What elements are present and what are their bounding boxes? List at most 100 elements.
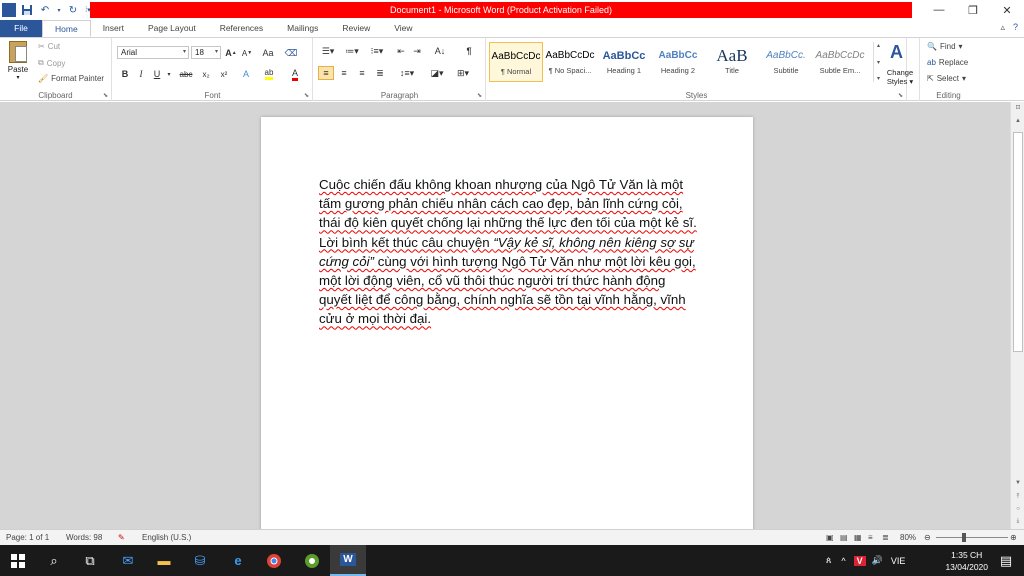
chrome-icon[interactable]: [256, 545, 292, 576]
find-button[interactable]: 🔍 Find ▾: [927, 42, 963, 51]
help-icon[interactable]: ?: [1013, 22, 1018, 33]
clear-formatting-button[interactable]: ⌫: [283, 46, 299, 60]
change-case-button[interactable]: Aa: [259, 46, 277, 60]
zoom-level[interactable]: 80%: [900, 533, 916, 542]
paragraph-launcher-icon[interactable]: ⬊: [477, 92, 482, 99]
tab-references[interactable]: References: [208, 20, 275, 37]
shading-button[interactable]: ◪▾: [426, 66, 448, 80]
word-taskbar-icon[interactable]: W: [330, 545, 366, 576]
zoom-in-icon[interactable]: ⊕: [1010, 533, 1017, 542]
draft-icon[interactable]: ≣: [882, 533, 889, 542]
paste-button[interactable]: Paste ▾: [4, 41, 32, 85]
subscript-button[interactable]: x₂: [199, 67, 213, 81]
minimize-ribbon-icon[interactable]: ▵: [1000, 22, 1005, 33]
font-name-combo[interactable]: Arial ▾: [117, 46, 189, 59]
language-indicator[interactable]: English (U.S.): [142, 533, 191, 542]
align-left-button[interactable]: ≡: [318, 66, 334, 80]
clock[interactable]: 1:35 CH 13/04/2020: [945, 549, 988, 573]
bold-button[interactable]: B: [119, 67, 131, 81]
tab-file[interactable]: File: [0, 20, 42, 37]
notifications-icon[interactable]: ▤: [988, 545, 1024, 576]
style-title[interactable]: AaB Title: [705, 42, 759, 82]
zoom-slider-track[interactable]: [936, 537, 1008, 538]
justify-button[interactable]: ≣: [372, 66, 388, 80]
superscript-button[interactable]: x²: [217, 67, 231, 81]
sort-button[interactable]: A↓: [432, 44, 448, 58]
font-size-combo[interactable]: 18 ▾: [191, 46, 221, 59]
input-language[interactable]: VIE: [891, 556, 906, 566]
outline-icon[interactable]: ≡: [868, 533, 873, 542]
underline-dropdown-icon[interactable]: ▾: [165, 67, 173, 81]
page-count[interactable]: Page: 1 of 1: [6, 533, 49, 542]
style-subtle-emphasis[interactable]: AaBbCcDc Subtle Em...: [813, 42, 867, 82]
full-screen-reading-icon[interactable]: ▤: [840, 533, 848, 542]
style-heading-2[interactable]: AaBbCc Heading 2: [651, 42, 705, 82]
unikey-icon[interactable]: V: [853, 555, 866, 566]
chevron-up-icon[interactable]: ^: [841, 556, 845, 566]
replace-button[interactable]: ab Replace: [927, 58, 968, 67]
save-icon[interactable]: [20, 3, 34, 17]
undo-dropdown-icon[interactable]: ▾: [56, 3, 62, 17]
store-icon[interactable]: ⛁: [182, 545, 218, 576]
decrease-indent-button[interactable]: ⇤: [394, 44, 408, 58]
strikethrough-button[interactable]: abc: [177, 67, 195, 81]
zoom-slider-thumb[interactable]: [962, 533, 966, 542]
tab-insert[interactable]: Insert: [91, 20, 136, 37]
line-spacing-button[interactable]: ↕≡▾: [396, 66, 418, 80]
scroll-up-icon[interactable]: ▲: [1011, 118, 1024, 130]
grow-font-button[interactable]: A ▲: [225, 46, 237, 60]
volume-icon[interactable]: 🔊: [872, 555, 883, 566]
tab-home[interactable]: Home: [42, 20, 91, 37]
increase-indent-button[interactable]: ⇥: [410, 44, 424, 58]
font-launcher-icon[interactable]: ⬊: [304, 92, 309, 99]
minimize-button[interactable]: —: [922, 0, 956, 20]
align-center-button[interactable]: ≡: [336, 66, 352, 80]
proofing-icon[interactable]: ✎: [118, 533, 125, 542]
numbering-button[interactable]: ≔▾: [342, 44, 362, 58]
task-view-icon[interactable]: ⧉: [72, 545, 108, 576]
align-right-button[interactable]: ≡: [354, 66, 370, 80]
change-styles-button[interactable]: A Change Styles ▾: [880, 38, 920, 101]
vertical-scrollbar[interactable]: ⊡ ▲ ▼ ⤒ ○ ⤓: [1010, 102, 1024, 529]
print-layout-icon[interactable]: ▣: [826, 533, 834, 542]
document-body[interactable]: Cuộc chiến đấu không khoan nhượng của Ng…: [319, 175, 699, 329]
redo-icon[interactable]: ↻: [66, 3, 80, 17]
start-button[interactable]: [0, 545, 36, 576]
font-color-button[interactable]: A: [285, 67, 305, 81]
copy-button[interactable]: ⧉ Copy: [38, 58, 65, 68]
restore-button[interactable]: ❐: [956, 0, 990, 20]
borders-button[interactable]: ⊞▾: [452, 66, 474, 80]
word-count[interactable]: Words: 98: [66, 533, 102, 542]
style-no-spacing[interactable]: AaBbCcDc ¶ No Spaci...: [543, 42, 597, 82]
mail-icon[interactable]: ✉: [110, 545, 146, 576]
scroll-down-icon[interactable]: ▼: [1011, 480, 1024, 492]
tab-view[interactable]: View: [382, 20, 424, 37]
ruler-toggle-icon[interactable]: ⊡: [1011, 104, 1024, 116]
tab-review[interactable]: Review: [330, 20, 382, 37]
highlight-button[interactable]: ab: [259, 67, 279, 81]
style-heading-1[interactable]: AaBbCc Heading 1: [597, 42, 651, 82]
select-button[interactable]: ⇱ Select ▾: [927, 74, 966, 83]
cut-button[interactable]: ✂ Cut: [38, 42, 60, 51]
style-subtitle[interactable]: AaBbCc. Subtitle: [759, 42, 813, 82]
previous-page-icon[interactable]: ⤒: [1011, 494, 1024, 506]
scrollbar-thumb[interactable]: [1013, 132, 1023, 352]
tab-mailings[interactable]: Mailings: [275, 20, 330, 37]
browse-object-icon[interactable]: ○: [1011, 506, 1024, 518]
file-explorer-icon[interactable]: ▬: [146, 545, 182, 576]
multilevel-list-button[interactable]: ⁝≡▾: [366, 44, 388, 58]
show-formatting-button[interactable]: ¶: [462, 44, 476, 58]
tab-page-layout[interactable]: Page Layout: [136, 20, 208, 37]
bullets-button[interactable]: ☰▾: [318, 44, 338, 58]
document-page[interactable]: Cuộc chiến đấu không khoan nhượng của Ng…: [261, 117, 753, 529]
close-button[interactable]: ✕: [990, 0, 1024, 20]
coccoc-icon[interactable]: [294, 545, 330, 576]
edge-icon[interactable]: e: [220, 545, 256, 576]
shrink-font-button[interactable]: A ▼: [241, 46, 253, 60]
web-layout-icon[interactable]: ▦: [854, 533, 862, 542]
text-effects-button[interactable]: A: [239, 67, 253, 81]
style-normal[interactable]: AaBbCcDc ¶ Normal: [489, 42, 543, 82]
underline-button[interactable]: U: [151, 67, 163, 81]
word-logo-icon[interactable]: W: [2, 3, 16, 17]
italic-button[interactable]: I: [135, 67, 147, 81]
